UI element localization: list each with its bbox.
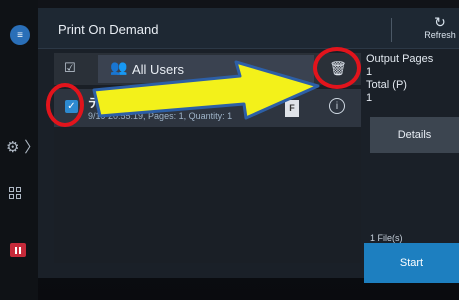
- home-icon: ≡: [17, 29, 23, 41]
- app-header: Print On Demand ↻ Refresh: [38, 8, 459, 49]
- refresh-label: Refresh: [424, 30, 456, 40]
- pause-button[interactable]: [10, 243, 26, 257]
- pause-icon-bar: [19, 246, 21, 254]
- header-divider: [391, 18, 392, 42]
- refresh-button[interactable]: ↻ Refresh: [422, 16, 458, 40]
- apps-icon-cell: [9, 194, 14, 199]
- output-pages-value: 1: [366, 66, 373, 78]
- total-value: 1: [366, 92, 373, 104]
- settings-button[interactable]: ⚙ 〉: [6, 136, 40, 157]
- details-button[interactable]: Details: [370, 117, 459, 153]
- annotation-circle-delete: [313, 47, 361, 89]
- output-pages-label: Output Pages: [366, 53, 434, 65]
- apps-icon-cell: [16, 194, 21, 199]
- page-title: Print On Demand: [58, 22, 159, 37]
- apps-button[interactable]: [9, 187, 23, 201]
- gear-icon: ⚙ 〉: [6, 138, 40, 156]
- apps-icon-cell: [16, 187, 21, 192]
- start-button[interactable]: Start: [364, 243, 459, 283]
- total-label: Total (P): [366, 79, 407, 91]
- info-button[interactable]: i: [329, 98, 345, 114]
- annotation-circle-checkbox: [46, 83, 84, 127]
- pause-icon: [15, 246, 17, 254]
- refresh-icon: ↻: [434, 15, 446, 31]
- home-button[interactable]: ≡: [10, 25, 30, 45]
- side-rail: ≡ ⚙ 〉: [0, 0, 40, 300]
- file-count: 1 File(s): [370, 233, 403, 243]
- apps-icon: [9, 187, 14, 192]
- annotation-arrow: [92, 60, 320, 120]
- select-all-checkbox[interactable]: ☑: [64, 61, 80, 77]
